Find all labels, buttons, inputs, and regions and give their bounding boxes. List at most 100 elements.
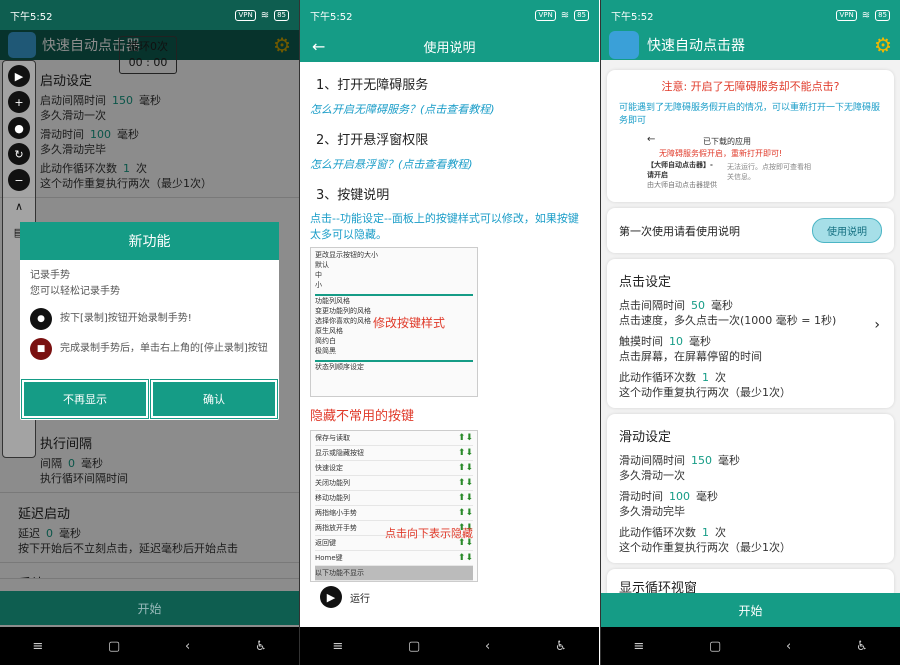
dialog-text: 您可以轻松记录手势	[30, 286, 120, 297]
back-icon[interactable]: ‹	[185, 639, 190, 654]
start-button[interactable]: 开始	[601, 593, 900, 627]
start-button[interactable]: 开始	[0, 591, 299, 625]
unit: 毫秒	[711, 299, 733, 312]
menu-icon[interactable]: ≡	[633, 639, 644, 654]
vpn-icon: VPN	[235, 9, 256, 21]
chevron-right-icon[interactable]: ›	[874, 317, 880, 333]
loop-clock: 00 : 00	[128, 56, 168, 69]
remove-icon[interactable]: −	[8, 169, 30, 191]
unit: 毫秒	[696, 490, 718, 503]
back-icon[interactable]: ‹	[485, 639, 490, 654]
next-item-label: 运行	[350, 593, 370, 605]
hide-keys-screenshot: 保存与读取 ⬆⬇ 显示或隐藏按钮 ⬆⬇ 快速设定 ⬆⬇ 关闭功能列 ⬆⬇ 移动功能列 ⬆⬇…	[310, 430, 478, 582]
repeat-label: 此动作循环次数	[619, 526, 696, 539]
status-time: 下午5:52	[611, 11, 654, 23]
interval-label: 滑动间隔时间	[619, 454, 685, 467]
mini-option: 中	[315, 271, 322, 279]
add-icon[interactable]: +	[8, 91, 30, 113]
mini-header: 更改显示按钮的大小	[315, 251, 378, 259]
battery-icon: 85	[875, 9, 890, 21]
dont-show-button[interactable]: 不再显示	[21, 379, 149, 419]
dialog-subtitle: 记录手势	[30, 270, 70, 281]
touch-value: 10	[669, 335, 683, 348]
annotation-style: 修改按键样式	[373, 316, 446, 330]
accessibility-tutorial-link[interactable]: 怎么开启无障碍服务？(点击查看教程)	[310, 101, 589, 117]
record-icon: ●	[30, 308, 52, 330]
status-time: 下午5:52	[10, 11, 53, 23]
wifi-icon: ≋	[260, 9, 270, 21]
shot-title: 已下载的应用	[703, 137, 751, 146]
mini-footer: 状态列顺序设定	[315, 360, 473, 372]
dialog-title: 新功能	[20, 222, 279, 260]
next-item: ▶ 运行	[320, 586, 579, 608]
interval-desc: 多久滑动一次	[619, 469, 685, 482]
battery-icon: 85	[274, 9, 289, 21]
shot-red-note: 无障碍服务假开启，重新打开即可!	[659, 149, 783, 158]
mini-option: 极简黑	[315, 347, 336, 355]
loop-timer: 循环0次 00 : 00	[119, 36, 177, 74]
section-title: 滑动设定	[619, 430, 672, 445]
play-icon[interactable]: ▶	[8, 65, 30, 87]
repeat-value: 1	[702, 526, 709, 539]
nav-bar: ≡ ▢ ‹ ♿	[601, 627, 900, 665]
click-settings-card[interactable]: 点击设定 点击间隔时间 50 毫秒 点击速度，多久点击一次(1000 毫秒 = 1秒…	[607, 259, 894, 408]
mini-row-label: 关闭功能列	[315, 479, 350, 487]
shot-app-sub: 由大师自动点击器提供	[647, 181, 717, 189]
mini-row-label: 保存与读取	[315, 434, 350, 442]
notice-desc: 可能遇到了无障碍服务假开启的情况，可以重新打开一下无障碍服务即可	[619, 103, 881, 126]
status-time: 下午5:52	[310, 11, 353, 23]
annotation-hide: 点击向下表示隐藏	[385, 527, 473, 540]
mini-row-label: 返回键	[315, 539, 336, 547]
status-bar: 下午5:52 VPN ≋ 85	[300, 0, 599, 30]
accessibility-icon[interactable]: ♿	[555, 639, 567, 654]
touch-desc: 点击屏幕，在屏幕停留的时间	[619, 350, 762, 363]
repeat-desc: 这个动作重复执行两次（最少1次）	[619, 386, 791, 399]
status-bar: 下午5:52 VPN ≋ 85	[601, 0, 900, 30]
phone-screen-2: 下午5:52 VPN ≋ 85 ← 使用说明 1、打开无障碍服务 怎么开启无障碍服务…	[300, 0, 599, 665]
swipe-settings-card[interactable]: 滑动设定 滑动间隔时间 150 毫秒 多久滑动一次 滑动时间 100 毫秒 多久滑动完毕…	[607, 414, 894, 563]
hide-keys-heading: 隐藏不常用的按键	[310, 409, 415, 424]
updown-icon: ⬆⬇	[457, 553, 473, 563]
mini-style-title: 功能列风格	[315, 294, 473, 306]
mini-row-label: Home键	[315, 554, 343, 562]
home-icon[interactable]: ▢	[709, 639, 721, 654]
settings-gear-icon[interactable]: ⚙	[874, 33, 892, 57]
home-icon[interactable]: ▢	[408, 639, 420, 654]
new-feature-dialog: 新功能 记录手势 您可以轻松记录手势 ● 按下[录制]按钮开始录制手势! ■ 完成录…	[20, 222, 279, 420]
mini-option: 默认	[315, 261, 329, 269]
accessibility-icon[interactable]: ♿	[255, 639, 267, 654]
accessibility-icon[interactable]: ♿	[856, 639, 868, 654]
back-icon[interactable]: ‹	[786, 639, 791, 654]
updown-icon: ⬆⬇	[457, 448, 473, 458]
menu-icon[interactable]: ≡	[332, 639, 343, 654]
home-icon[interactable]: ▢	[108, 639, 120, 654]
notice-title: 注意: 开启了无障碍服务却不能点击?	[661, 80, 840, 93]
notice-card: 注意: 开启了无障碍服务却不能点击? 可能遇到了无障碍服务假开启的情况，可以重新…	[607, 70, 894, 202]
help-button[interactable]: 使用说明	[812, 218, 882, 243]
unit: 次	[715, 371, 726, 384]
confirm-button[interactable]: 确认	[150, 379, 278, 419]
menu-icon[interactable]: ≡	[32, 639, 43, 654]
interval-value: 150	[691, 454, 712, 467]
swipe-icon[interactable]: ↻	[8, 143, 30, 165]
touch-desc: 多久滑动完毕	[619, 505, 685, 518]
interval-label: 点击间隔时间	[619, 299, 685, 312]
unit: 毫秒	[718, 454, 740, 467]
step2-heading: 2、打开悬浮窗权限	[316, 133, 429, 148]
step1-heading: 1、打开无障碍服务	[316, 78, 429, 93]
wifi-icon: ≋	[560, 9, 570, 21]
updown-icon: ⬆⬇	[457, 478, 473, 488]
mini-row-label: 两指放开手势	[315, 524, 357, 532]
battery-icon: 85	[574, 9, 589, 21]
play-icon: ▶	[320, 586, 342, 608]
record-icon[interactable]: ●	[8, 117, 30, 139]
vpn-icon: VPN	[535, 9, 556, 21]
overlay-tutorial-link[interactable]: 怎么开启悬浮窗？(点击查看教程)	[310, 156, 589, 172]
vpn-icon: VPN	[836, 9, 857, 21]
collapse-icon[interactable]: ∧	[8, 195, 30, 217]
nav-bar: ≡ ▢ ‹ ♿	[300, 627, 599, 665]
dialog-item-record: 按下[录制]按钮开始录制手势!	[60, 313, 192, 324]
notice-screenshot: ← 已下载的应用 无障碍服务假开启，重新打开即可! 【大师自动点击器】-请开启 …	[619, 134, 882, 194]
unit: 毫秒	[689, 335, 711, 348]
back-arrow-icon[interactable]: ←	[312, 37, 325, 56]
